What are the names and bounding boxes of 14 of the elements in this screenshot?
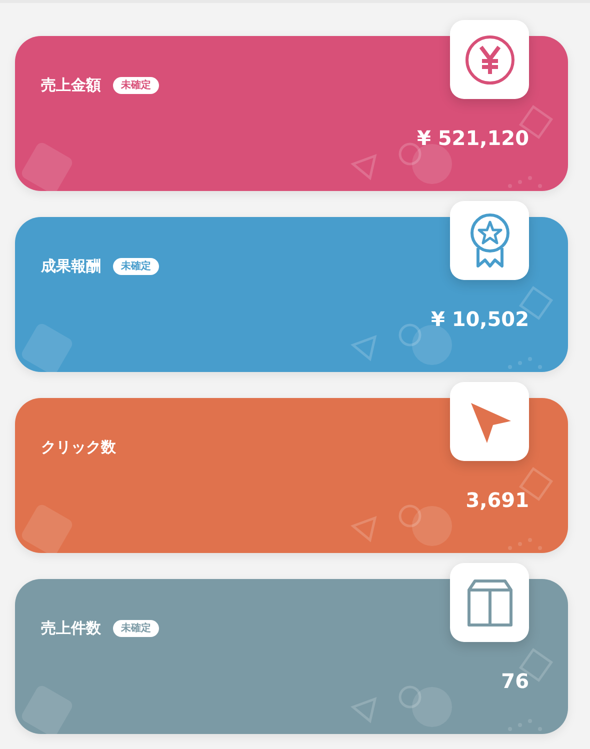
medal-icon (468, 212, 512, 268)
box-icon (466, 578, 512, 628)
yen-coin-icon (464, 34, 516, 86)
stat-value: ¥ 521,120 (417, 126, 529, 150)
stat-value: 76 (501, 669, 529, 693)
card-title: 売上金額 (41, 76, 101, 95)
stat-value: ¥ 10,502 (430, 307, 529, 331)
status-badge: 未確定 (113, 77, 159, 94)
status-badge: 未確定 (113, 620, 159, 637)
card-title: 売上件数 (41, 619, 101, 638)
card-title: クリック数 (41, 438, 116, 457)
stat-value: 3,691 (466, 488, 529, 512)
status-badge: 未確定 (113, 258, 159, 275)
card-title: 成果報酬 (41, 257, 101, 276)
